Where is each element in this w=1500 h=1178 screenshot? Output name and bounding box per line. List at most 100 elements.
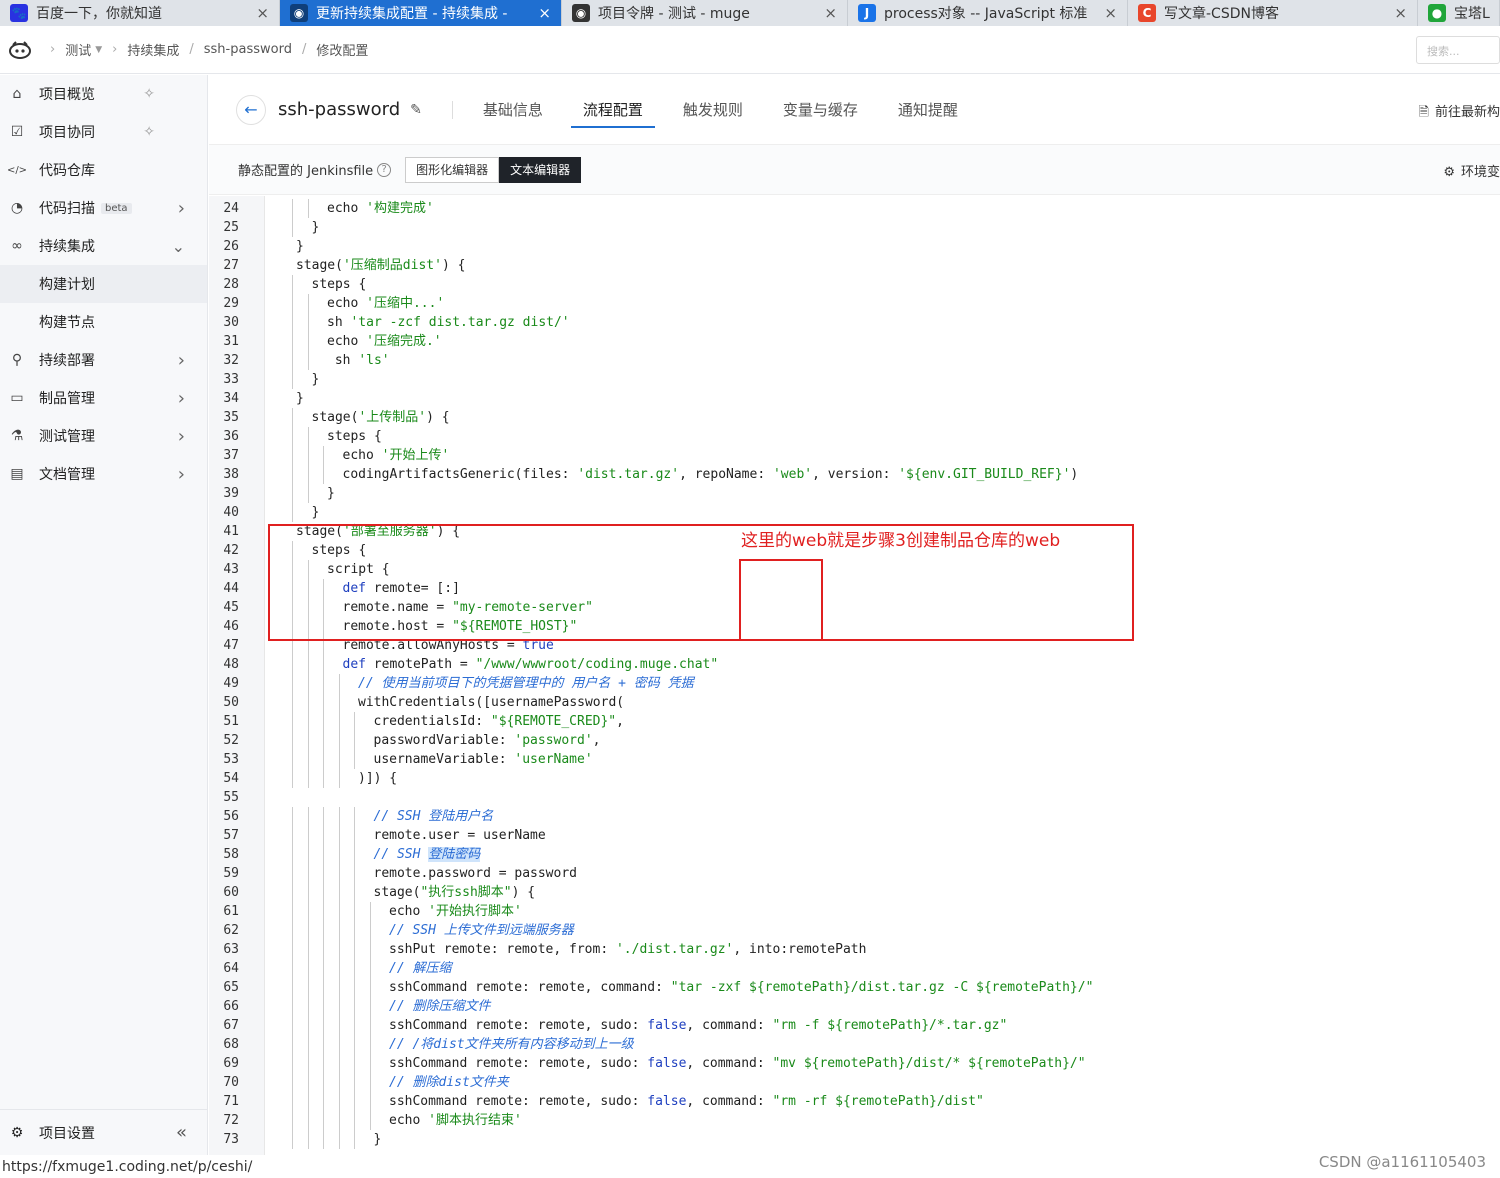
indent-guide xyxy=(292,978,293,997)
browser-tab[interactable]: Jprocess对象 -- JavaScript 标准 × xyxy=(848,0,1128,26)
sidebar-item[interactable]: 构建计划 xyxy=(0,265,207,303)
line-number: 69 xyxy=(223,1056,239,1071)
tab-close-icon[interactable]: × xyxy=(824,4,837,22)
tab-close-icon[interactable]: × xyxy=(256,4,269,22)
indent-guide xyxy=(369,921,371,940)
tab-close-icon[interactable]: × xyxy=(1394,4,1407,22)
scan-icon: ◔ xyxy=(10,200,24,216)
indent-guide xyxy=(292,294,293,313)
indent-guide xyxy=(292,864,293,883)
coding-logo-icon[interactable] xyxy=(0,26,40,74)
pin-icon[interactable]: ✧ xyxy=(143,124,155,140)
sidebar-item[interactable]: ◔ 代码扫描 beta › xyxy=(0,189,207,227)
code-line: 50 withCredentials([usernamePassword( xyxy=(209,693,1500,712)
indent-guide xyxy=(292,731,293,750)
line-number: 73 xyxy=(223,1132,239,1147)
collapse-sidebar-icon[interactable]: « xyxy=(176,1122,187,1143)
sidebar-item[interactable]: ☑ 项目协同 ✧ xyxy=(0,113,207,151)
indent-guide xyxy=(338,1016,340,1035)
chevron-right-icon[interactable]: › xyxy=(178,388,185,409)
indent-guide xyxy=(292,446,293,465)
indent-guide xyxy=(307,1130,309,1149)
browser-tab[interactable]: 🐾 百度一下，你就知道 × xyxy=(0,0,280,26)
indent-guide xyxy=(292,845,293,864)
tab[interactable]: 触发规则 xyxy=(683,75,743,145)
help-icon[interactable]: ? xyxy=(377,162,392,177)
chevron-right-icon[interactable]: › xyxy=(178,464,185,485)
code-text: stage("执行ssh脚本") { xyxy=(373,885,536,900)
line-number: 47 xyxy=(223,638,239,653)
code-text: // SSH 登陆用户名 xyxy=(373,809,494,824)
indent-guide xyxy=(292,712,293,731)
indent-guide xyxy=(354,826,355,845)
env-variables-button[interactable]: ⚙ 环境变 xyxy=(1443,161,1500,180)
indent-guide xyxy=(323,655,324,674)
indent-guide xyxy=(307,693,309,712)
chevron-right-icon[interactable]: › xyxy=(178,350,185,371)
back-arrow-icon[interactable]: ← xyxy=(236,94,266,125)
indent-guide xyxy=(354,807,355,826)
sidebar-item[interactable]: ⚗ 测试管理 › xyxy=(0,417,207,455)
indent-guide xyxy=(307,1035,309,1054)
chevron-right-icon[interactable]: › xyxy=(178,198,185,219)
code-text: steps { xyxy=(311,277,367,292)
code-line: 59 remote.password = password xyxy=(209,864,1500,883)
indent-guide xyxy=(292,826,293,845)
browser-tab[interactable]: ◉ 更新持续集成配置 - 持续集成 - × xyxy=(280,0,562,26)
indent-guide xyxy=(354,997,355,1016)
sidebar-item[interactable]: 构建节点 xyxy=(0,303,207,341)
code-line: 32 sh 'ls' xyxy=(209,351,1500,370)
code-line: 38 codingArtifactsGeneric(files: 'dist.ta… xyxy=(209,465,1500,484)
sidebar-item[interactable]: ⌂ 项目概览 ✧ xyxy=(0,75,207,113)
indent-guide xyxy=(323,1073,324,1092)
browser-tab[interactable]: ● 宝塔L xyxy=(1418,0,1500,26)
indent-guide xyxy=(292,1073,293,1092)
sidebar-item[interactable]: ▤ 文档管理 › xyxy=(0,455,207,493)
goto-latest-build-link[interactable]: 🗎 前往最新构 xyxy=(1419,101,1500,125)
sidebar-item[interactable]: </> 代码仓库 xyxy=(0,151,207,189)
code-text: } xyxy=(311,505,320,520)
tab[interactable]: 流程配置 xyxy=(570,75,655,145)
code-text: sshCommand remote: remote, sudo: false, … xyxy=(389,1094,984,1109)
tab[interactable]: 基础信息 xyxy=(483,75,543,145)
browser-tab[interactable]: ◉ 项目令牌 - 测试 - muge × xyxy=(562,0,848,26)
indent-guide xyxy=(292,940,293,959)
browser-tab[interactable]: C 写文章-CSDN博客 × xyxy=(1128,0,1418,26)
search-input[interactable]: 搜索... xyxy=(1416,36,1500,64)
tab-close-icon[interactable]: × xyxy=(538,4,551,22)
code-text: sshPut remote: remote, from: './dist.tar… xyxy=(389,942,867,957)
chevron-right-icon[interactable]: › xyxy=(178,426,185,447)
indent-guide xyxy=(292,674,293,693)
indent-guide xyxy=(292,693,293,712)
graphical-editor-button[interactable]: 图形化编辑器 xyxy=(405,156,500,183)
code-line: 62 // SSH 上传文件到远端服务器 xyxy=(209,921,1500,940)
sidebar-item[interactable]: ∞ 持续集成 ⌄ xyxy=(0,227,207,265)
code-editor[interactable]: 24 echo '构建完成' 25} 26} 27 stage('压缩制品dist') {… xyxy=(209,196,1500,1155)
breadcrumb-project[interactable]: 测试 xyxy=(65,40,91,59)
tab[interactable]: 变量与缓存 xyxy=(783,75,858,145)
indent-guide xyxy=(369,959,371,978)
line-number: 50 xyxy=(223,695,239,710)
indent-guide xyxy=(369,940,371,959)
edit-icon[interactable]: ✎ xyxy=(410,102,422,118)
indent-guide xyxy=(369,902,371,921)
tab[interactable]: 通知提醒 xyxy=(898,75,958,145)
sidebar-item[interactable]: ⚲ 持续部署 › xyxy=(0,341,207,379)
chevron-down-icon[interactable]: ⌄ xyxy=(172,237,185,256)
pin-icon[interactable]: ✧ xyxy=(143,86,155,102)
indent-guide xyxy=(338,1035,340,1054)
breadcrumb-ci[interactable]: 持续集成 xyxy=(127,40,179,59)
indent-guide xyxy=(354,1054,355,1073)
project-settings-item[interactable]: ⚙ 项目设置 « xyxy=(0,1109,207,1155)
sidebar-item[interactable]: ▭ 制品管理 › xyxy=(0,379,207,417)
caret-down-icon[interactable]: ▼ xyxy=(95,45,102,55)
indent-guide xyxy=(338,1054,340,1073)
tab-close-icon[interactable]: × xyxy=(1104,4,1117,22)
text-editor-button[interactable]: 文本编辑器 xyxy=(499,156,582,183)
breadcrumb-job[interactable]: ssh-password xyxy=(204,42,292,57)
code-text: codingArtifactsGeneric(files: 'dist.tar.… xyxy=(342,467,1079,482)
sidebar: ⌂ 项目概览 ✧ ☑ 项目协同 ✧ </> 代码仓库 ◔ 代码扫描 beta › ∞ 持续集成 ⌄ 构建计划构… xyxy=(0,75,208,1155)
indent-guide xyxy=(354,978,355,997)
indent-guide xyxy=(307,1054,309,1073)
check-square-icon: ☑ xyxy=(10,124,24,140)
